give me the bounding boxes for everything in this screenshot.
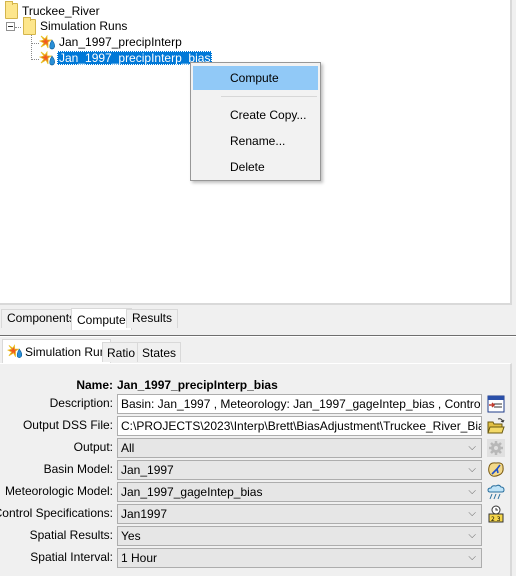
- tab-simulation-run[interactable]: Simulation Run: [2, 339, 112, 363]
- name-label: Name:: [76, 378, 113, 392]
- chevron-down-icon: ⌵: [468, 530, 476, 541]
- spatial-results-value: Yes: [121, 529, 141, 543]
- met-model-row: Meteorologic Model: Jan_1997_gageIntep_b…: [0, 482, 516, 502]
- description-label: Description:: [49, 396, 113, 410]
- rain-cloud-icon[interactable]: [487, 483, 505, 501]
- control-specs-select[interactable]: Jan1997 ⌵: [117, 504, 482, 524]
- edit-description-icon[interactable]: [487, 395, 505, 413]
- description-field[interactable]: Basin: Jan_1997 , Meteorology: Jan_1997_…: [117, 394, 482, 414]
- simulation-run-icon: [7, 344, 23, 358]
- output-value: All: [121, 441, 135, 455]
- basin-map-icon[interactable]: [487, 461, 505, 479]
- control-specs-row: Control Specifications: Jan1997 ⌵ 2 3: [0, 504, 516, 524]
- tab-compute[interactable]: Compute: [71, 308, 132, 330]
- tab-label: Simulation Run: [25, 345, 107, 359]
- name-value: Jan_1997_precipInterp_bias: [117, 378, 278, 392]
- gear-icon: [487, 439, 505, 457]
- collapse-toggle[interactable]: [6, 22, 15, 31]
- context-menu: Compute Create Copy... Rename... Delete: [190, 62, 321, 181]
- chevron-down-icon: ⌵: [468, 508, 476, 519]
- menu-item-rename[interactable]: Rename...: [193, 129, 318, 153]
- basin-model-row: Basin Model: Jan_1997 ⌵: [0, 460, 516, 480]
- output-dss-row: Output DSS File: C:\PROJECTS\2023\Interp…: [0, 416, 516, 436]
- met-model-label: Meteorologic Model:: [4, 484, 113, 498]
- tree-line: [31, 59, 39, 60]
- output-dss-label: Output DSS File:: [22, 418, 113, 432]
- output-dss-field[interactable]: C:\PROJECTS\2023\Interp\Brett\BiasAdjust…: [117, 416, 482, 436]
- output-row: Output: All ⌵: [0, 438, 516, 458]
- output-label: Output:: [73, 440, 113, 454]
- simulation-run-icon: [39, 51, 55, 66]
- menu-item-compute[interactable]: Compute: [193, 66, 318, 90]
- spatial-results-row: Spatial Results: Yes ⌵: [0, 526, 516, 546]
- spatial-results-select[interactable]: Yes ⌵: [117, 526, 482, 546]
- panel-splitter[interactable]: [0, 335, 516, 337]
- tab-states[interactable]: States: [137, 342, 182, 362]
- open-folder-icon[interactable]: [487, 417, 505, 435]
- tree-node-run[interactable]: Jan_1997_precipInterp: [57, 35, 184, 49]
- basin-model-select[interactable]: Jan_1997 ⌵: [117, 460, 482, 480]
- control-specs-value: Jan1997: [121, 507, 168, 521]
- output-select[interactable]: All ⌵: [117, 438, 482, 458]
- spatial-results-label: Spatial Results:: [29, 528, 113, 542]
- chevron-down-icon: ⌵: [468, 464, 476, 475]
- menu-item-create-copy[interactable]: Create Copy...: [193, 103, 318, 127]
- folder-icon: [5, 1, 18, 19]
- tree-node-simulation-runs[interactable]: Simulation Runs: [38, 19, 129, 33]
- basin-model-label: Basin Model:: [43, 462, 113, 476]
- tree-line: [31, 43, 39, 44]
- tab-components[interactable]: Components: [1, 309, 82, 328]
- folder-icon: [23, 17, 36, 35]
- tree-line: [31, 33, 32, 60]
- tree-line: [15, 27, 21, 28]
- clock-calendar-icon[interactable]: 2 3: [487, 505, 505, 523]
- tree-node-root[interactable]: Truckee_River: [20, 3, 102, 19]
- met-model-value: Jan_1997_gageIntep_bias: [121, 485, 263, 499]
- tab-ratio[interactable]: Ratio: [102, 342, 141, 362]
- spatial-interval-select[interactable]: 1 Hour ⌵: [117, 548, 482, 568]
- simulation-run-icon: [39, 35, 55, 50]
- chevron-down-icon: ⌵: [468, 486, 476, 497]
- chevron-down-icon: ⌵: [468, 442, 476, 453]
- control-specs-label: Control Specifications:: [0, 506, 113, 520]
- menu-separator: [221, 96, 317, 97]
- spatial-interval-value: 1 Hour: [121, 551, 158, 565]
- svg-text:2 3: 2 3: [491, 516, 501, 523]
- basin-model-value: Jan_1997: [121, 463, 174, 477]
- spatial-interval-label: Spatial Interval:: [30, 550, 113, 564]
- met-model-select[interactable]: Jan_1997_gageIntep_bias ⌵: [117, 482, 482, 502]
- spatial-interval-row: Spatial Interval: 1 Hour ⌵: [0, 548, 516, 568]
- description-row: Description: Basin: Jan_1997 , Meteorolo…: [0, 394, 516, 414]
- chevron-down-icon: ⌵: [468, 552, 476, 563]
- menu-item-delete[interactable]: Delete: [193, 155, 318, 179]
- tab-results[interactable]: Results: [126, 309, 179, 328]
